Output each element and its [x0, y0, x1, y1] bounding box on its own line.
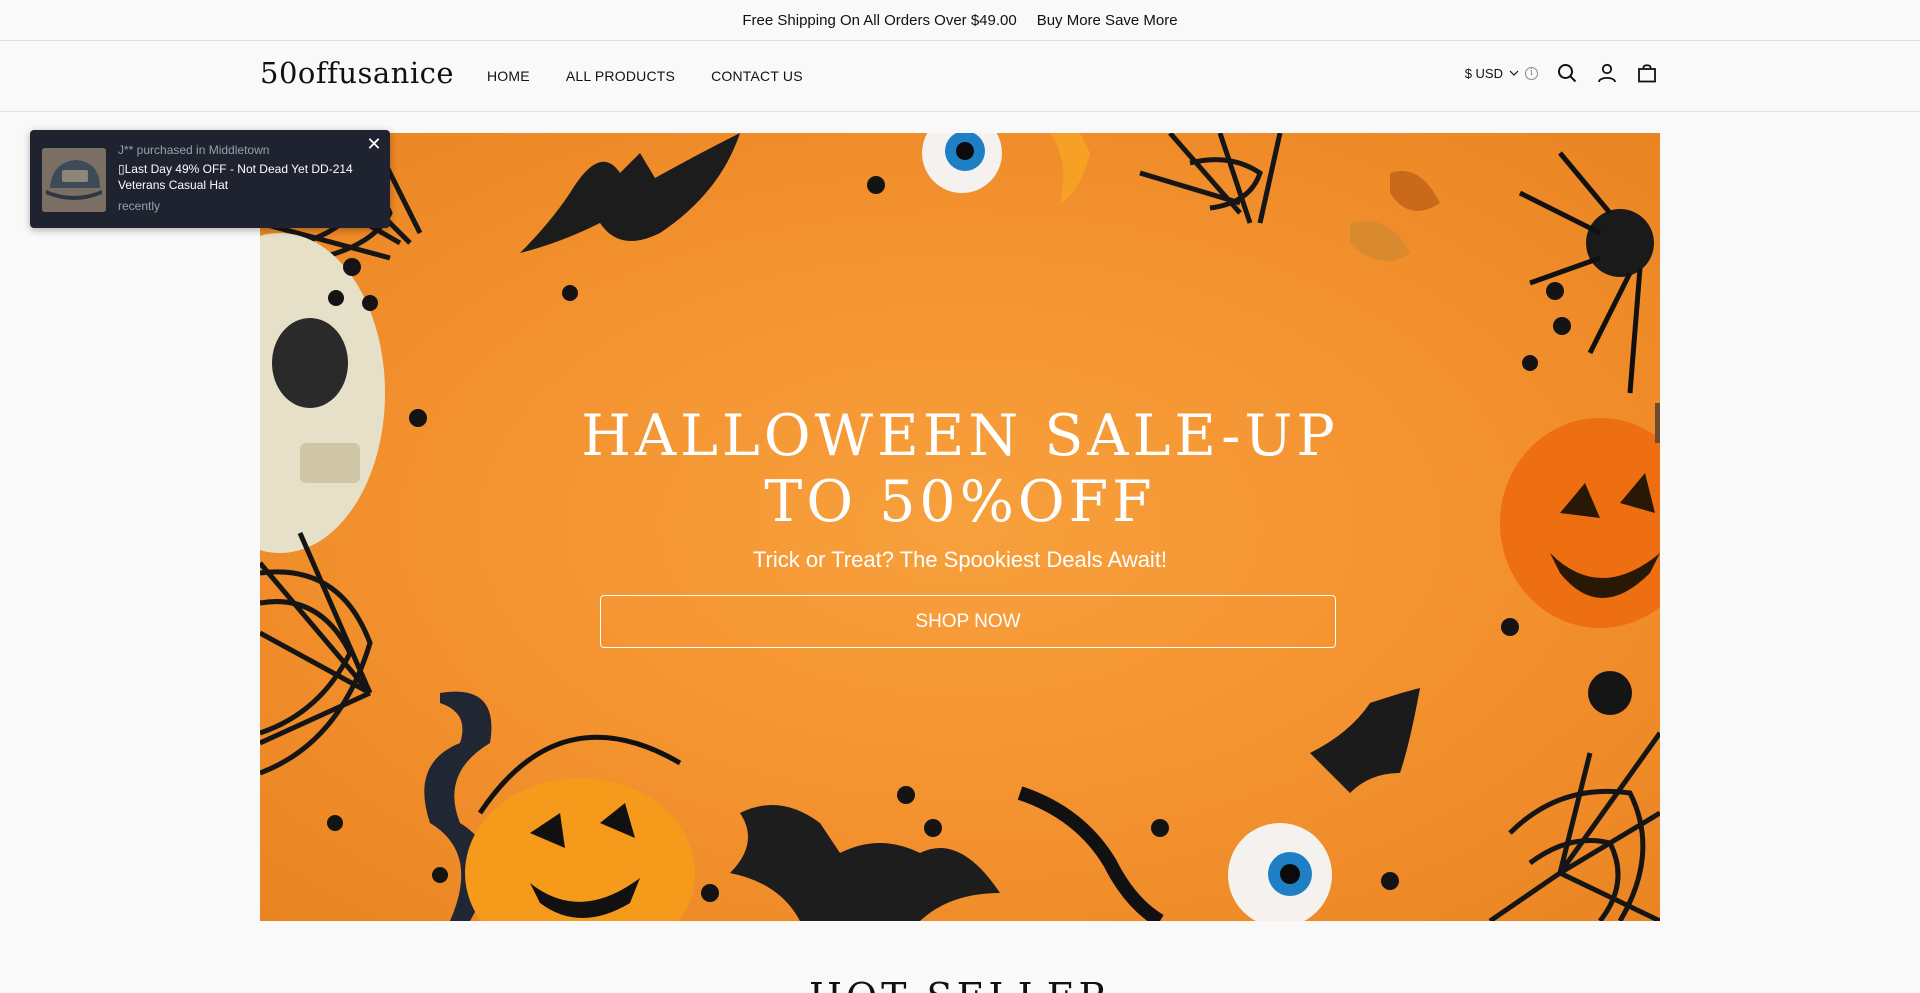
- chevron-down-icon: [1509, 70, 1519, 76]
- header-actions: $ USD i: [1465, 62, 1658, 84]
- nav-all-products[interactable]: ALL PRODUCTS: [566, 68, 675, 84]
- info-icon[interactable]: i: [1525, 66, 1538, 80]
- site-header: 50offusanice HOME ALL PRODUCTS CONTACT U…: [0, 42, 1920, 112]
- announcement-promo: Buy More Save More: [1036, 11, 1178, 29]
- hero-title-line1: HALLOWEEN SALE-UP: [581, 403, 1339, 469]
- purchase-notification[interactable]: J** purchased in Middletown ▯Last Day 49…: [30, 130, 390, 228]
- announcement-bar: Free Shipping On All Orders Over $49.00 …: [0, 0, 1920, 41]
- hero-title-line2: TO 50%OFF: [764, 469, 1156, 535]
- nav-home[interactable]: HOME: [487, 68, 530, 84]
- currency-label: $ USD: [1464, 65, 1503, 81]
- main-nav: HOME ALL PRODUCTS CONTACT US: [487, 68, 803, 84]
- site-logo[interactable]: 50offusanice: [260, 56, 454, 90]
- currency-selector[interactable]: $ USD i: [1465, 66, 1538, 81]
- announcement-shipping: Free Shipping On All Orders Over $49.00: [742, 11, 1017, 29]
- notification-time: recently: [118, 199, 161, 213]
- nav-contact-us[interactable]: CONTACT US: [711, 68, 803, 84]
- shop-now-button[interactable]: SHOP NOW: [600, 595, 1336, 648]
- search-icon[interactable]: [1556, 62, 1578, 84]
- notification-buyer: J** purchased in Middletown: [118, 143, 270, 157]
- account-icon[interactable]: [1596, 62, 1618, 84]
- section-heading: HOT SELLER: [0, 975, 1920, 993]
- hero-banner[interactable]: HALLOWEEN SALE-UP TO 50%OFF Trick or Tre…: [260, 133, 1660, 921]
- hero-subtitle: Trick or Treat? The Spookiest Deals Awai…: [752, 547, 1168, 572]
- close-icon[interactable]: ✕: [364, 134, 384, 154]
- product-thumbnail[interactable]: [42, 148, 106, 212]
- hero-title: HALLOWEEN SALE-UP TO 50%OFF: [260, 403, 1660, 535]
- hat-image: [42, 148, 106, 212]
- cart-icon[interactable]: [1636, 62, 1658, 84]
- notification-product[interactable]: ▯Last Day 49% OFF - Not Dead Yet DD-214 …: [118, 161, 368, 193]
